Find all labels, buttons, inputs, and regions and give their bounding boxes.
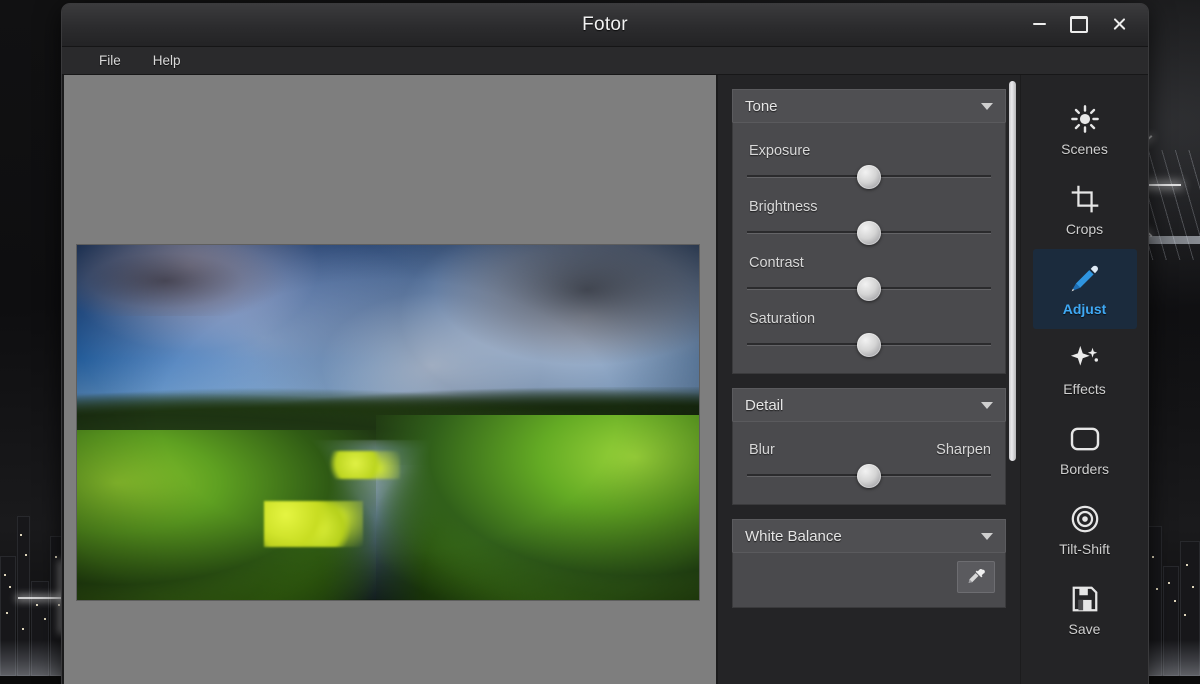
maximize-icon	[1070, 16, 1088, 33]
tool-tilt-shift[interactable]: Tilt-Shift	[1033, 489, 1137, 569]
menu-item-help[interactable]: Help	[148, 51, 186, 70]
section-white-balance: White Balance	[732, 519, 1006, 608]
slider-label-brightness: Brightness	[749, 199, 991, 215]
window-body: Tone Exposure Brightness	[62, 75, 1148, 684]
adjust-panel: Tone Exposure Brightness	[718, 75, 1020, 684]
section-tone: Tone Exposure Brightness	[732, 89, 1006, 374]
menu-item-file[interactable]: File	[94, 51, 126, 70]
section-detail: Detail Blur Sharpen	[732, 388, 1006, 505]
tool-label-save: Save	[1069, 621, 1101, 637]
maximize-button[interactable]	[1064, 10, 1094, 38]
slider-label-contrast: Contrast	[749, 255, 991, 271]
slider-thumb-saturation[interactable]	[857, 333, 881, 357]
section-header-white-balance[interactable]: White Balance	[732, 519, 1006, 552]
canvas-area[interactable]	[62, 75, 718, 684]
section-title-detail: Detail	[745, 397, 783, 414]
chevron-down-icon[interactable]	[981, 103, 993, 110]
rounded-rectangle-icon	[1069, 422, 1101, 456]
tool-label-tilt-shift: Tilt-Shift	[1059, 541, 1110, 557]
slider-thumb-contrast[interactable]	[857, 277, 881, 301]
section-body-white-balance	[732, 552, 1006, 608]
slider-track-contrast[interactable]	[747, 275, 991, 301]
tool-rail: Scenes Crops	[1020, 75, 1148, 684]
slider-saturation[interactable]: Saturation	[747, 311, 991, 357]
slider-label-blur: Blur	[749, 442, 775, 458]
close-button[interactable]	[1104, 10, 1134, 38]
slider-track-exposure[interactable]	[747, 163, 991, 189]
floppy-disk-icon	[1070, 582, 1100, 616]
minimize-icon	[1033, 23, 1046, 25]
slider-track-saturation[interactable]	[747, 331, 991, 357]
section-title-tone: Tone	[745, 98, 778, 115]
target-icon	[1070, 502, 1100, 536]
tool-save[interactable]: Save	[1033, 569, 1137, 649]
eyedropper-icon	[966, 567, 986, 587]
tool-borders[interactable]: Borders	[1033, 409, 1137, 489]
slider-label-exposure: Exposure	[749, 143, 991, 159]
panel-scrollbar-track[interactable]	[1008, 81, 1016, 680]
slider-thumb-brightness[interactable]	[857, 221, 881, 245]
menu-bar: File Help	[62, 47, 1148, 75]
app-title: Fotor	[62, 14, 1148, 36]
minimize-button[interactable]	[1024, 10, 1054, 38]
slider-label-sharpen: Sharpen	[936, 442, 991, 458]
sun-icon	[1070, 102, 1100, 136]
eyedropper-button[interactable]	[957, 561, 995, 593]
close-icon	[1112, 17, 1126, 31]
slider-thumb-blur-sharpen[interactable]	[857, 464, 881, 488]
chevron-down-icon[interactable]	[981, 402, 993, 409]
sparkles-icon	[1069, 342, 1101, 376]
tool-label-effects: Effects	[1063, 381, 1106, 397]
window-controls	[1024, 10, 1134, 38]
section-header-tone[interactable]: Tone	[732, 89, 1006, 122]
photo-preview[interactable]	[77, 245, 699, 600]
slider-brightness[interactable]: Brightness	[747, 199, 991, 245]
title-bar[interactable]: Fotor	[62, 4, 1148, 47]
section-title-white-balance: White Balance	[745, 528, 842, 545]
section-body-detail: Blur Sharpen	[732, 421, 1006, 505]
section-body-tone: Exposure Brightness	[732, 122, 1006, 374]
slider-exposure[interactable]: Exposure	[747, 143, 991, 189]
slider-label-saturation: Saturation	[749, 311, 991, 327]
tool-adjust[interactable]: Adjust	[1033, 249, 1137, 329]
tool-scenes[interactable]: Scenes	[1033, 89, 1137, 169]
chevron-down-icon[interactable]	[981, 533, 993, 540]
fotor-window: Fotor File Help	[62, 4, 1148, 684]
tool-label-adjust: Adjust	[1063, 301, 1107, 317]
slider-contrast[interactable]: Contrast	[747, 255, 991, 301]
crop-icon	[1070, 182, 1100, 216]
tool-label-borders: Borders	[1060, 461, 1109, 477]
slider-blur-sharpen[interactable]: Blur Sharpen	[747, 442, 991, 488]
slider-thumb-exposure[interactable]	[857, 165, 881, 189]
tool-effects[interactable]: Effects	[1033, 329, 1137, 409]
slider-track-blur-sharpen[interactable]	[747, 462, 991, 488]
pencil-icon	[1069, 262, 1101, 296]
panel-scrollbar-thumb[interactable]	[1009, 81, 1016, 461]
tool-label-scenes: Scenes	[1061, 141, 1108, 157]
tool-crops[interactable]: Crops	[1033, 169, 1137, 249]
slider-track-brightness[interactable]	[747, 219, 991, 245]
tool-label-crops: Crops	[1066, 221, 1103, 237]
section-header-detail[interactable]: Detail	[732, 388, 1006, 421]
